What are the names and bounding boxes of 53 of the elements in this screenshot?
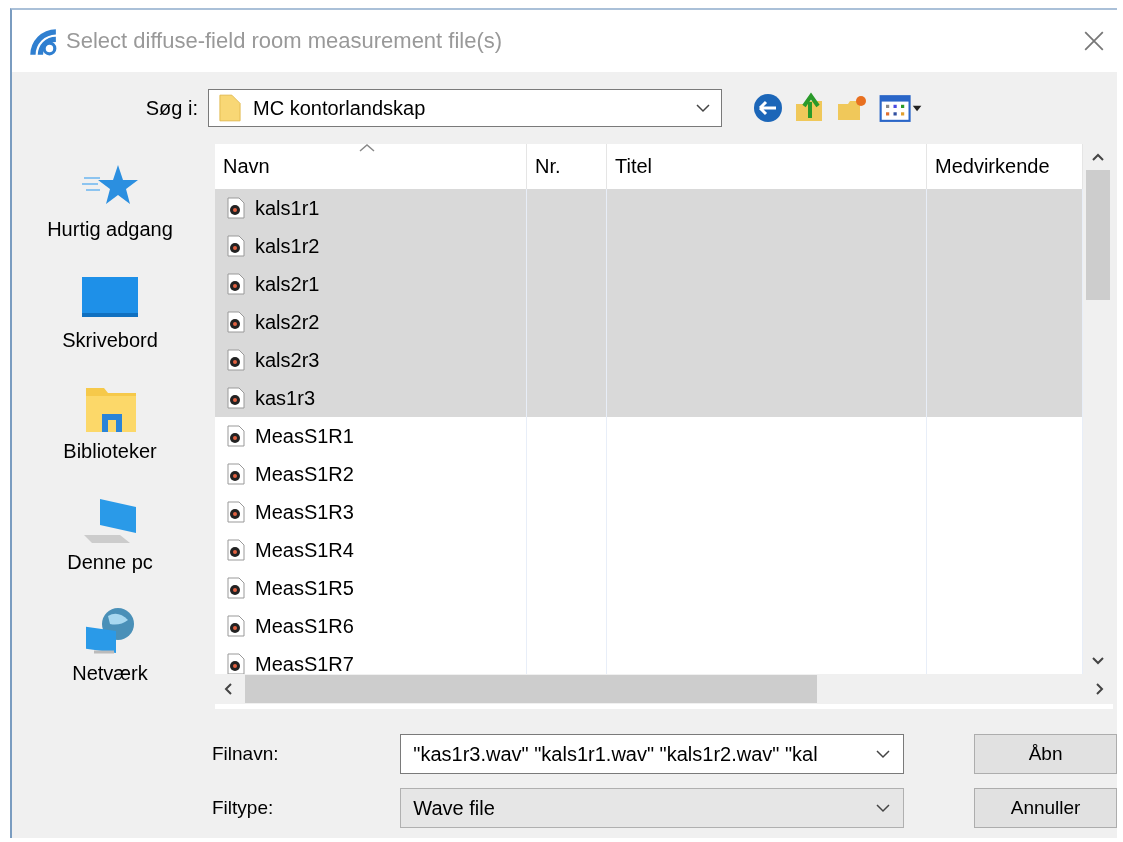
- place-label[interactable]: Hurtig adgang: [47, 218, 173, 241]
- audio-file-icon: [227, 235, 245, 257]
- audio-file-icon: [227, 539, 245, 561]
- look-in-dropdown[interactable]: MC kontorlandskap: [208, 89, 722, 127]
- file-row[interactable]: kals2r3: [215, 341, 1083, 379]
- folder-icon: [219, 94, 241, 122]
- scroll-up-icon[interactable]: [1091, 152, 1105, 162]
- scroll-thumb[interactable]: [1086, 170, 1110, 300]
- scroll-left-icon[interactable]: [223, 682, 233, 696]
- back-icon[interactable]: [752, 92, 784, 124]
- place-label[interactable]: Denne pc: [67, 551, 153, 574]
- audio-file-icon: [227, 273, 245, 295]
- audio-file-icon: [227, 197, 245, 219]
- audio-file-icon: [227, 349, 245, 371]
- chevron-down-icon: [695, 103, 711, 113]
- audio-file-icon: [227, 615, 245, 637]
- file-row[interactable]: kals2r2: [215, 303, 1083, 341]
- close-icon[interactable]: [1083, 30, 1105, 52]
- place-label[interactable]: Biblioteker: [63, 440, 157, 463]
- file-row[interactable]: MeasS1R6: [215, 607, 1083, 645]
- filename-label: Filnavn:: [211, 743, 280, 765]
- file-row[interactable]: kals2r1: [215, 265, 1083, 303]
- file-row[interactable]: kas1r3: [215, 379, 1083, 417]
- chevron-down-icon: [875, 803, 892, 813]
- window-title: Select diffuse-field room measurement file(s): [66, 28, 504, 54]
- audio-file-icon: [227, 577, 245, 599]
- cancel-button[interactable]: Annuller: [974, 788, 1117, 828]
- file-row[interactable]: MeasS1R1: [215, 417, 1083, 455]
- audio-file-icon: [227, 425, 245, 447]
- place-label[interactable]: Skrivebord: [62, 329, 158, 352]
- file-row[interactable]: kals1r1: [215, 189, 1083, 227]
- file-row[interactable]: MeasS1R2: [215, 455, 1083, 493]
- scroll-down-icon[interactable]: [1091, 656, 1105, 666]
- scroll-thumb[interactable]: [245, 675, 817, 703]
- file-row[interactable]: MeasS1R3: [215, 493, 1083, 531]
- audio-file-icon: [227, 463, 245, 485]
- audio-file-icon: [227, 387, 245, 409]
- audio-file-icon: [227, 311, 245, 333]
- view-menu-button[interactable]: [878, 93, 924, 123]
- file-row[interactable]: kals1r2: [215, 227, 1083, 265]
- audio-file-icon: [227, 653, 245, 674]
- audio-file-icon: [227, 501, 245, 523]
- chevron-down-icon: [875, 749, 892, 759]
- sort-caret-icon: [359, 144, 375, 152]
- look-in-label: Søg i:: [144, 96, 198, 120]
- file-row[interactable]: MeasS1R4: [215, 531, 1083, 569]
- filetype-dropdown[interactable]: Wave file: [400, 788, 905, 828]
- open-button[interactable]: Åbn: [974, 734, 1117, 774]
- place-label[interactable]: Netværk: [72, 662, 148, 685]
- scroll-right-icon[interactable]: [1095, 682, 1105, 696]
- filetype-label: Filtype:: [211, 797, 275, 819]
- filename-field[interactable]: "kas1r3.wav" "kals1r1.wav" "kals1r2.wav" "kal: [400, 734, 905, 774]
- file-row[interactable]: MeasS1R5: [215, 569, 1083, 607]
